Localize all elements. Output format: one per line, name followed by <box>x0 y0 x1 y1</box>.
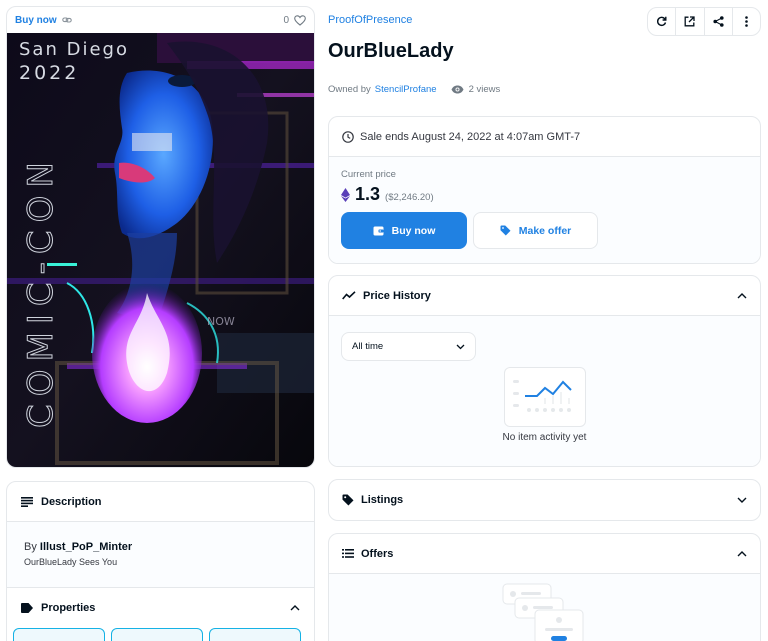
buy-now-tag[interactable]: Buy now <box>15 15 72 26</box>
description-title: Description <box>41 495 102 508</box>
by-prefix: By <box>24 541 37 553</box>
chevron-up-icon[interactable] <box>737 550 747 557</box>
nft-artwork[interactable]: COMIC-CON San Diego 2022 NOW <box>7 33 314 467</box>
property-tile[interactable] <box>13 628 105 641</box>
external-link-icon <box>684 16 696 27</box>
more-vertical-icon <box>745 16 748 27</box>
nft-title: OurBlueLady <box>328 40 454 62</box>
views-count: 2 views <box>451 84 501 95</box>
wallet-icon <box>373 226 384 236</box>
owner-row: Owned by StencilProfane 2 views <box>328 84 500 95</box>
chevron-up-icon[interactable] <box>737 292 747 299</box>
listings-panel: Listings <box>328 479 761 521</box>
time-range-select[interactable]: All time <box>341 332 476 361</box>
listings-header[interactable]: Listings <box>329 480 760 520</box>
description-body: By Illust_PoP_Minter OurBlueLady Sees Yo… <box>7 522 314 588</box>
list-icon <box>342 549 354 558</box>
purchase-actions: Buy now Make offer <box>341 212 748 249</box>
offers-header[interactable]: Offers <box>329 534 760 574</box>
sale-ends-text: Sale ends August 24, 2022 at 4:07am GMT-… <box>360 130 581 143</box>
nft-image-card: Buy now 0 COMIC-CON San Diego 2022 NOW <box>6 6 315 468</box>
owned-by-prefix: Owned by <box>328 84 371 95</box>
artwork-text-line2: 2022 <box>19 62 79 84</box>
empty-offers-illustration <box>501 580 591 641</box>
properties-title: Properties <box>41 602 96 614</box>
artwork-text-line1: San Diego <box>19 39 129 60</box>
favorites-count: 0 <box>283 14 289 26</box>
creator-name[interactable]: Illust_PoP_Minter <box>40 541 132 553</box>
description-text: OurBlueLady Sees You <box>24 557 118 567</box>
empty-chart-illustration <box>504 367 586 427</box>
property-tile[interactable] <box>209 628 301 641</box>
image-card-topbar: Buy now 0 <box>7 7 314 33</box>
eye-icon <box>451 85 464 94</box>
owner-link[interactable]: StencilProfane <box>375 84 437 95</box>
property-tiles <box>7 628 314 641</box>
refresh-icon <box>656 16 667 27</box>
artwork-overlay-text: NOW <box>207 315 235 328</box>
price-section: Current price 1.3 ($2,246.20) Buy now Ma… <box>329 157 760 263</box>
artwork-vertical-text: COMIC-CON <box>21 154 61 428</box>
price-history-panel: Price History All time No item activity … <box>328 275 761 467</box>
price-history-body: All time No item activity yet <box>329 316 760 466</box>
heart-icon[interactable] <box>294 14 306 26</box>
price-row: 1.3 ($2,246.20) <box>341 184 748 205</box>
chevron-down-icon[interactable] <box>737 497 747 503</box>
item-actions <box>647 7 761 36</box>
chevron-down-icon <box>456 344 465 350</box>
link-icon <box>61 15 72 25</box>
eth-price: 1.3 <box>355 184 381 204</box>
current-price-label: Current price <box>341 169 396 180</box>
share-icon <box>713 16 724 27</box>
open-external-button[interactable] <box>676 8 705 35</box>
trend-line-icon <box>342 291 356 300</box>
offers-panel: Offers <box>328 533 761 641</box>
no-activity-text: No item activity yet <box>502 432 587 443</box>
views-label: 2 views <box>468 84 501 95</box>
description-header[interactable]: Description <box>7 482 314 522</box>
tag-icon <box>342 494 354 506</box>
listings-title: Listings <box>361 494 404 506</box>
property-tile[interactable] <box>111 628 203 641</box>
clock-icon <box>342 130 354 143</box>
description-panel: Description By Illust_PoP_Minter OurBlue… <box>6 481 315 641</box>
tag-icon <box>21 603 33 613</box>
time-range-value: All time <box>352 341 384 352</box>
buy-now-button[interactable]: Buy now <box>341 212 467 249</box>
make-offer-button[interactable]: Make offer <box>473 212 598 249</box>
refresh-button[interactable] <box>648 8 677 35</box>
creator-line: By Illust_PoP_Minter <box>24 541 297 553</box>
make-offer-label: Make offer <box>518 224 572 237</box>
favorites[interactable]: 0 <box>283 15 306 26</box>
price-history-title: Price History <box>363 289 431 302</box>
more-options-button[interactable] <box>733 8 760 35</box>
sale-timer: Sale ends August 24, 2022 at 4:07am GMT-… <box>329 117 760 157</box>
offers-title: Offers <box>361 547 394 560</box>
share-button[interactable] <box>705 8 733 35</box>
price-tag-icon <box>500 225 511 236</box>
usd-price: ($2,246.20) <box>385 192 434 203</box>
sale-panel: Sale ends August 24, 2022 at 4:07am GMT-… <box>328 116 761 264</box>
collection-link[interactable]: ProofOfPresence <box>328 14 412 26</box>
offers-body <box>329 574 760 641</box>
chevron-up-icon[interactable] <box>290 605 300 611</box>
buy-now-label: Buy now <box>391 224 436 237</box>
description-icon <box>21 496 33 507</box>
buy-now-label: Buy now <box>15 14 57 26</box>
properties-header[interactable]: Properties <box>7 588 314 628</box>
price-history-header[interactable]: Price History <box>329 276 760 316</box>
eth-icon <box>341 187 350 202</box>
